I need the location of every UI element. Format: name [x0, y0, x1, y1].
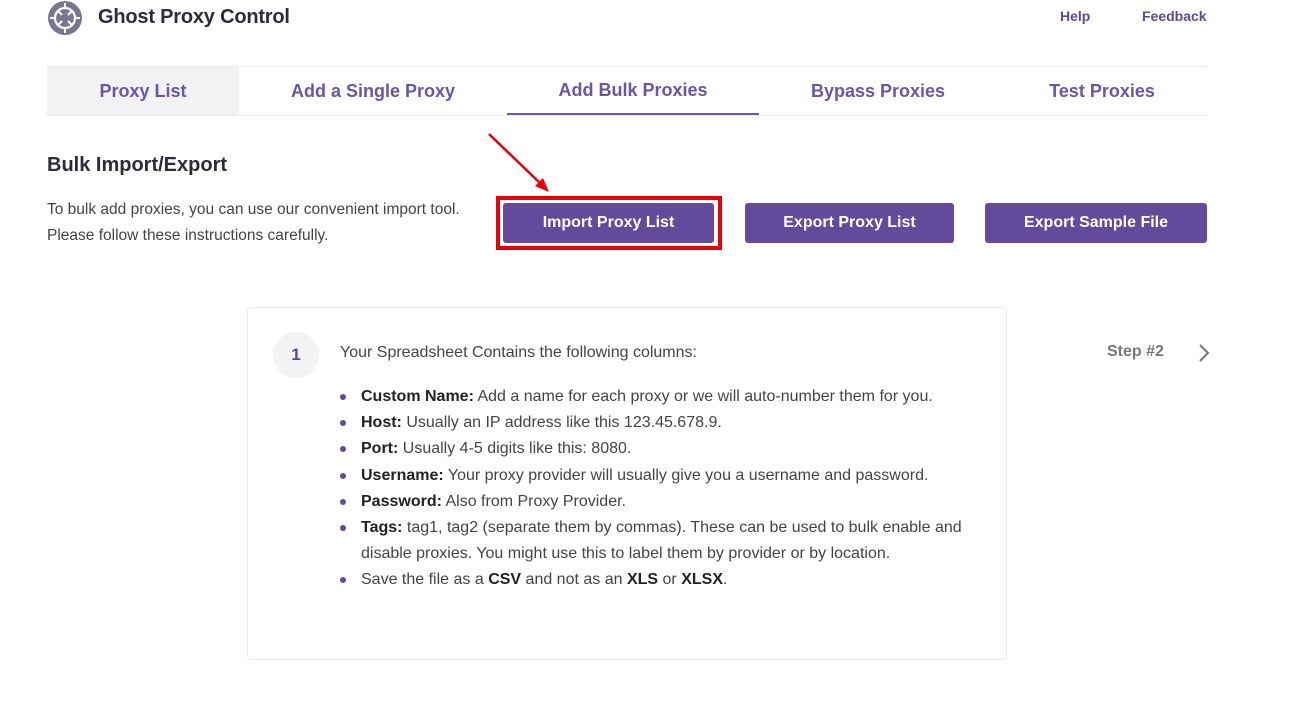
- ghost-proxy-logo-icon: [48, 1, 82, 35]
- next-step-link[interactable]: Step #2: [1107, 343, 1164, 361]
- instructions-card: 1 Your Spreadsheet Contains the followin…: [247, 307, 1007, 660]
- tab-add-bulk-proxies[interactable]: Add Bulk Proxies: [507, 67, 759, 115]
- list-item-text: Also from Proxy Provider.: [441, 492, 626, 510]
- feedback-link[interactable]: Feedback: [1142, 8, 1207, 24]
- list-item-text: Usually 4-5 digits like this: 8080.: [398, 440, 632, 458]
- list-item-text: Add a name for each proxy or we will aut…: [473, 388, 933, 405]
- save-format-note: Save the file as a CSV and not as an XLS…: [340, 567, 970, 593]
- list-item-term: Tags:: [361, 519, 403, 537]
- red-arrow-icon: [488, 133, 549, 192]
- section-description: To bulk add proxies, you can use our con…: [47, 201, 460, 244]
- format-xls: XLS: [626, 571, 659, 589]
- list-item-text: Usually an IP address like this 123.45.6…: [401, 414, 722, 432]
- tab-bypass-proxies[interactable]: Bypass Proxies: [759, 67, 997, 115]
- list-item: Password: Also from Proxy Provider.: [340, 489, 970, 515]
- export-proxy-list-button[interactable]: Export Proxy List: [745, 203, 954, 243]
- tab-bar: Proxy List Add a Single Proxy Add Bulk P…: [47, 66, 1207, 116]
- format-xlsx: XLSX: [681, 571, 723, 589]
- app-header: Ghost Proxy Control Help Feedback: [47, 0, 1207, 40]
- app-title: Ghost Proxy Control: [98, 6, 290, 28]
- list-item-term: Username:: [361, 466, 444, 484]
- section-title: Bulk Import/Export: [47, 154, 228, 176]
- import-proxy-list-button[interactable]: Import Proxy List: [503, 203, 714, 243]
- list-item: Port: Usually 4-5 digits like this: 8080…: [340, 436, 970, 462]
- list-item-term: Port:: [361, 440, 399, 458]
- step-intro: Your Spreadsheet Contains the following …: [340, 344, 697, 361]
- step-number-badge: 1: [273, 332, 319, 378]
- list-item: Custom Name: Add a name for each proxy o…: [340, 384, 970, 410]
- tab-add-single-proxy[interactable]: Add a Single Proxy: [239, 67, 507, 115]
- list-item: Host: Usually an IP address like this 12…: [340, 410, 970, 436]
- export-sample-file-button[interactable]: Export Sample File: [985, 203, 1207, 243]
- list-item-text: tag1, tag2 (separate them by commas). Th…: [361, 519, 962, 563]
- column-list: Custom Name: Add a name for each proxy o…: [340, 384, 970, 594]
- list-item: Username: Your proxy provider will usual…: [340, 463, 970, 489]
- list-item-text: Your proxy provider will usually give yo…: [443, 466, 929, 484]
- format-csv: CSV: [488, 571, 522, 589]
- list-item-term: Password:: [361, 492, 442, 510]
- list-item-term: Host:: [361, 414, 402, 432]
- list-item: Tags: tag1, tag2 (separate them by comma…: [340, 515, 970, 567]
- help-link[interactable]: Help: [1060, 8, 1090, 24]
- tab-proxy-list[interactable]: Proxy List: [47, 67, 239, 115]
- tab-test-proxies[interactable]: Test Proxies: [997, 67, 1207, 115]
- list-item-term: Custom Name:: [361, 388, 474, 405]
- chevron-right-icon[interactable]: [1197, 343, 1211, 363]
